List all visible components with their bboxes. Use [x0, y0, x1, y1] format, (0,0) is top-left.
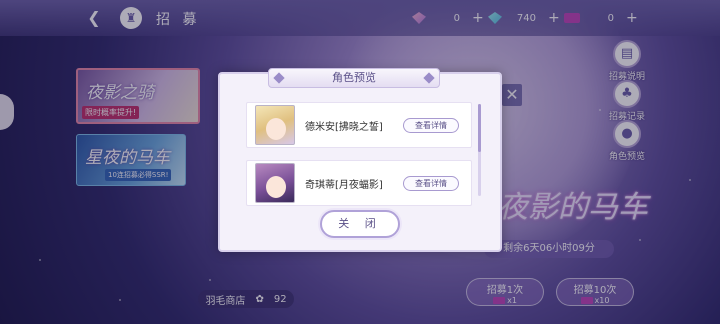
character-preview-dialog: 角色预览 德米安[拂晓之誓] 查看详情 奇琪蒂[月夜蝠影] 查看详情 关 闭 — [218, 68, 502, 252]
character-list[interactable]: 德米安[拂晓之誓] 查看详情 奇琪蒂[月夜蝠影] 查看详情 — [242, 102, 474, 206]
view-details-button[interactable]: 查看详情 — [403, 176, 459, 191]
avatar — [255, 105, 295, 145]
close-button[interactable]: 关 闭 — [320, 210, 400, 238]
list-item: 德米安[拂晓之誓] 查看详情 — [246, 102, 472, 148]
avatar-face — [266, 176, 286, 198]
avatar-face — [266, 118, 286, 140]
dialog-title-bar: 角色预览 — [268, 68, 440, 88]
diamond-ornament-icon — [423, 72, 435, 84]
view-details-button[interactable]: 查看详情 — [403, 118, 459, 133]
avatar — [255, 163, 295, 203]
list-scrollbar[interactable] — [478, 104, 481, 196]
diamond-ornament-icon — [273, 72, 285, 84]
character-name: 德米安[拂晓之誓] — [305, 122, 383, 133]
dialog-title: 角色预览 — [332, 71, 376, 84]
list-item: 奇琪蒂[月夜蝠影] 查看详情 — [246, 160, 472, 206]
character-name: 奇琪蒂[月夜蝠影] — [305, 180, 383, 191]
